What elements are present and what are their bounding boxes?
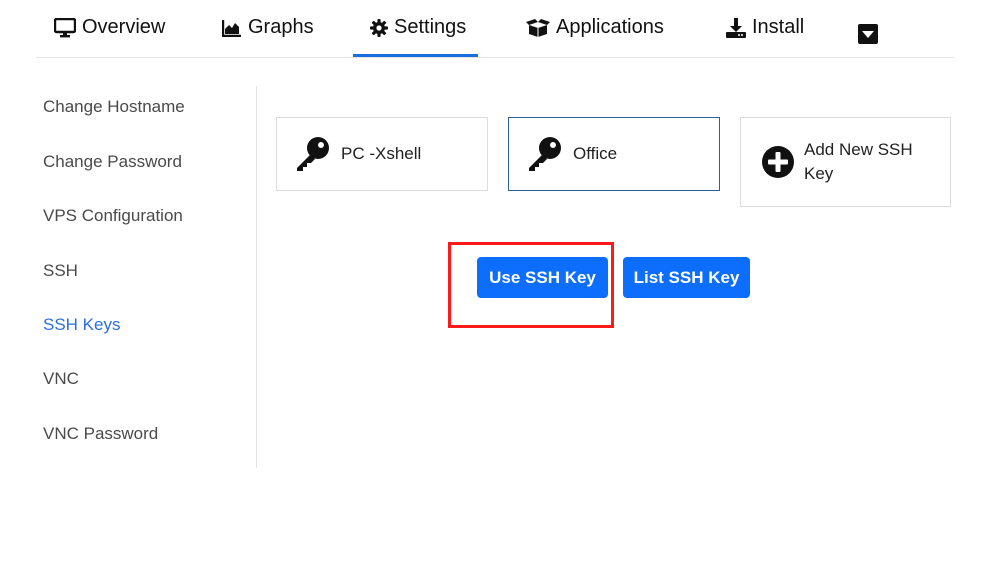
download-icon [726, 17, 746, 38]
monitor-icon [54, 17, 76, 38]
sidebar-item-ssh-keys[interactable]: SSH Keys [43, 315, 120, 335]
key-icon [527, 136, 563, 172]
sidebar-item-vnc[interactable]: VNC [43, 369, 79, 389]
key-icon [295, 136, 331, 172]
tab-settings[interactable]: Settings [352, 0, 479, 57]
sidebar-item-vps-configuration[interactable]: VPS Configuration [43, 206, 183, 226]
tab-settings-label: Settings [394, 16, 467, 38]
list-ssh-key-button[interactable]: List SSH Key [623, 257, 750, 298]
add-new-ssh-key-card[interactable]: Add New SSH Key [740, 117, 951, 207]
tab-applications-label: Applications [556, 16, 664, 38]
plus-circle-icon [761, 145, 795, 179]
ssh-key-card-office[interactable]: Office [508, 117, 720, 191]
tab-overview[interactable]: Overview [54, 0, 165, 56]
tab-applications[interactable]: Applications [526, 0, 664, 56]
main-tabs: Overview Graphs Settings Applications In… [36, 0, 954, 58]
add-new-line1: Add New SSH [804, 140, 913, 159]
tab-overview-label: Overview [82, 16, 166, 38]
area-chart-icon [222, 19, 242, 37]
sidebar-item-change-password[interactable]: Change Password [43, 152, 182, 172]
sidebar-item-ssh[interactable]: SSH [43, 261, 78, 281]
box-icon [526, 18, 550, 37]
tab-install-label: Install [752, 16, 805, 38]
sidebar-item-vnc-password[interactable]: VNC Password [43, 424, 158, 444]
settings-sidebar: Change Hostname Change Password VPS Conf… [0, 86, 257, 468]
add-new-line2: Key [804, 164, 834, 183]
tab-graphs[interactable]: Graphs [222, 0, 314, 56]
ssh-key-label: PC -Xshell [341, 144, 422, 163]
tab-install[interactable]: Install [726, 0, 804, 56]
more-tabs-dropdown[interactable] [858, 24, 878, 44]
ssh-key-label: Office [573, 144, 618, 163]
tab-graphs-label: Graphs [248, 16, 314, 38]
sidebar-item-change-hostname[interactable]: Change Hostname [43, 97, 185, 117]
use-ssh-key-button[interactable]: Use SSH Key [477, 257, 608, 298]
add-new-ssh-key-label: Add New SSH Key [804, 138, 913, 186]
ssh-key-card-pc-xshell[interactable]: PC -Xshell [276, 117, 488, 191]
gear-icon [370, 18, 388, 37]
